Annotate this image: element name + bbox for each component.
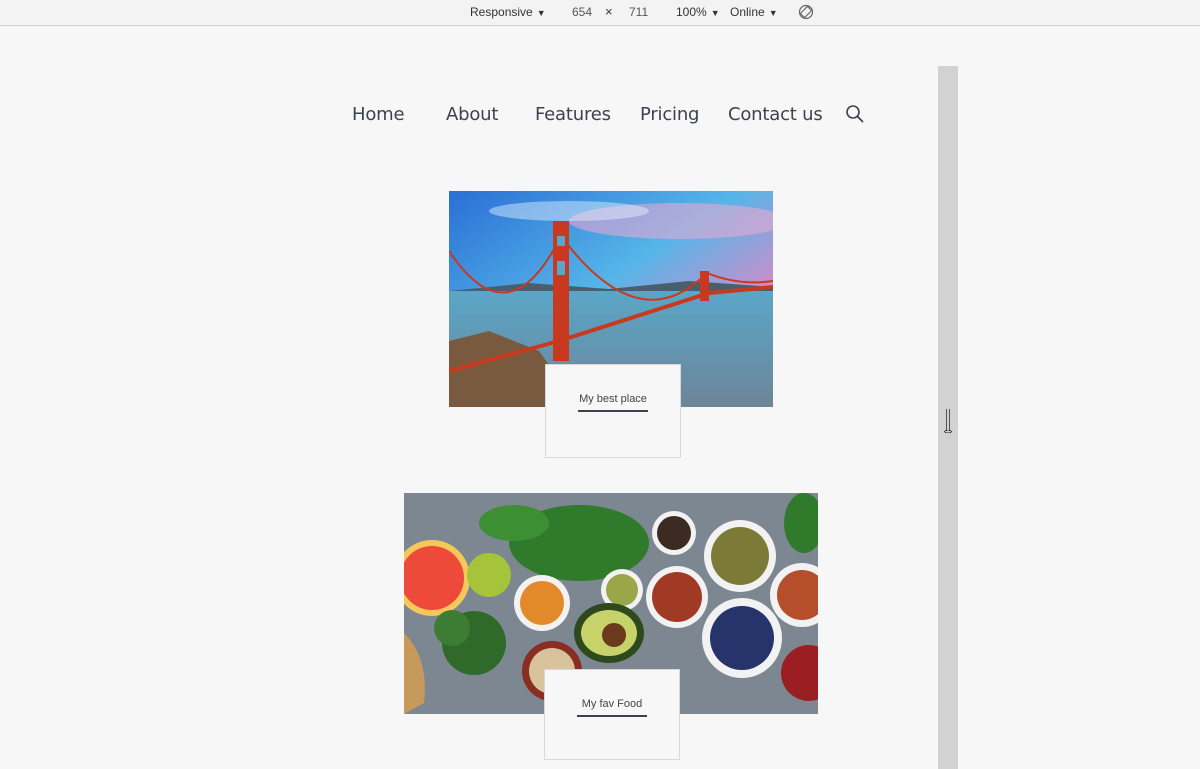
caption-text: My best place bbox=[579, 393, 647, 405]
width-input[interactable]: 654 bbox=[572, 5, 592, 19]
nav-home[interactable]: Home bbox=[352, 104, 405, 125]
caption-underline bbox=[578, 410, 648, 412]
nav-pricing[interactable]: Pricing bbox=[640, 104, 699, 125]
caption-text: My fav Food bbox=[581, 698, 643, 710]
caption-underline bbox=[577, 715, 647, 717]
dimension-separator: × bbox=[605, 4, 613, 19]
caption-card[interactable]: My fav Food bbox=[544, 669, 680, 760]
chevron-down-icon: ▼ bbox=[536, 8, 546, 18]
device-select-label: Responsive bbox=[470, 5, 533, 19]
device-toolbar: Responsive ▼ 654 × 711 100% ▼ Online ▼ bbox=[0, 0, 1200, 26]
caption-card[interactable]: My best place bbox=[545, 364, 681, 458]
zoom-select-label: 100% bbox=[676, 5, 707, 19]
main-nav: Home About Features Pricing Contact us bbox=[0, 104, 938, 128]
nav-features[interactable]: Features bbox=[535, 104, 611, 125]
chevron-down-icon: ▼ bbox=[710, 8, 720, 18]
search-icon[interactable] bbox=[845, 104, 865, 124]
chevron-down-icon: ▼ bbox=[768, 8, 778, 18]
resize-cursor-icon: ⇔ bbox=[941, 422, 955, 438]
device-select[interactable]: Responsive ▼ bbox=[470, 5, 546, 20]
nav-about[interactable]: About bbox=[446, 104, 498, 125]
network-select[interactable]: Online ▼ bbox=[730, 5, 778, 20]
network-select-label: Online bbox=[730, 5, 765, 19]
height-input[interactable]: 711 bbox=[629, 5, 648, 19]
rotate-icon[interactable] bbox=[798, 4, 814, 23]
zoom-select[interactable]: 100% ▼ bbox=[676, 5, 720, 20]
nav-contact[interactable]: Contact us bbox=[728, 104, 823, 125]
resize-handle[interactable]: ⇔ bbox=[938, 66, 958, 769]
